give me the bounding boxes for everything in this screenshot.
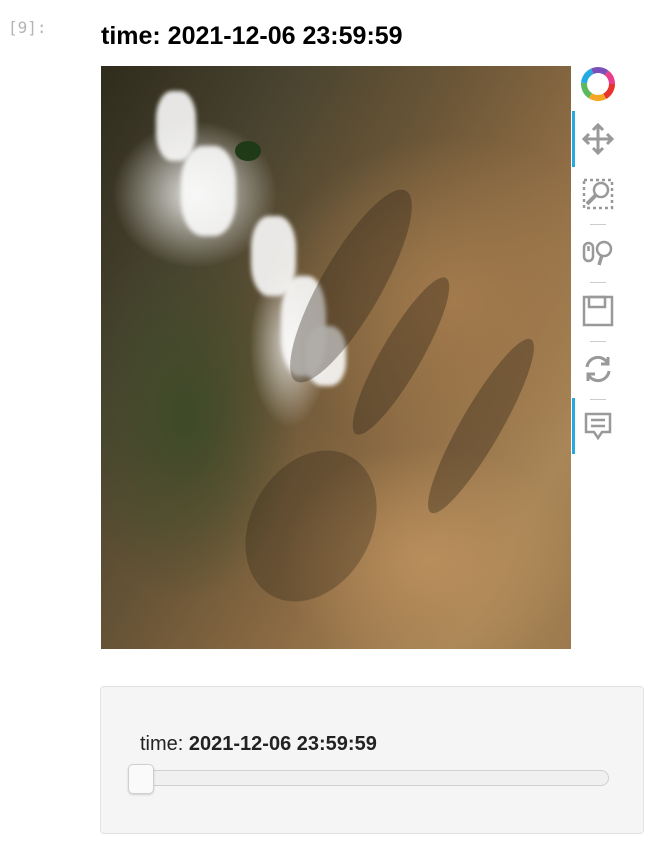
hover-icon[interactable] [580, 408, 616, 444]
cell-prompt: [9]: [8, 18, 47, 37]
toolbar-divider [590, 399, 606, 400]
pan-active-indicator [572, 111, 575, 167]
slider-label-prefix: time: [140, 733, 189, 755]
plot-toolbar [572, 66, 622, 466]
time-slider-widget: time: 2021-12-06 23:59:59 [100, 686, 644, 834]
wheel-zoom-icon[interactable] [580, 234, 616, 270]
slider-label: time: 2021-12-06 23:59:59 [140, 733, 377, 756]
box-zoom-icon[interactable] [580, 176, 616, 212]
snow-patch [181, 146, 236, 236]
satellite-image[interactable] [101, 66, 571, 649]
ridge [413, 329, 549, 523]
toolbar-divider [590, 282, 606, 283]
toolbar-divider [590, 341, 606, 342]
slider-track[interactable] [131, 770, 609, 786]
snow-patch [156, 91, 196, 161]
plot-title: time: 2021-12-06 23:59:59 [101, 22, 403, 50]
slider-label-value: 2021-12-06 23:59:59 [188, 733, 377, 755]
slider-handle[interactable] [128, 764, 154, 794]
save-icon[interactable] [580, 293, 616, 329]
pan-icon[interactable] [580, 121, 616, 157]
reset-icon[interactable] [580, 351, 616, 387]
lake [235, 141, 261, 161]
ridge [219, 426, 403, 626]
hover-active-indicator [572, 398, 575, 454]
toolbar-divider [590, 224, 606, 225]
bokeh-logo-icon[interactable] [580, 66, 616, 102]
